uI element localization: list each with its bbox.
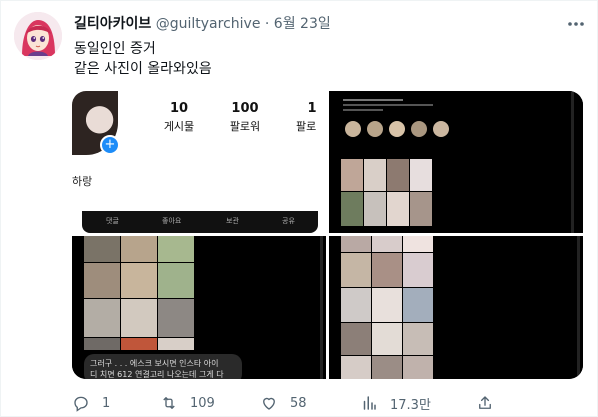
- avatar-illustration: [14, 12, 62, 60]
- retweet-count: 109: [190, 395, 215, 411]
- like-button[interactable]: 58: [260, 392, 307, 414]
- media-image-profile[interactable]: + 10 게시물 100 팔로워 1 팔로 하랑 댓글 좋아요 보관 공유: [72, 91, 328, 233]
- save-action: 보관: [226, 217, 239, 225]
- share-action: 공유: [282, 217, 295, 225]
- media-grid[interactable]: + 10 게시물 100 팔로워 1 팔로 하랑 댓글 좋아요 보관 공유 그러…: [72, 91, 583, 379]
- share-icon: [479, 396, 491, 409]
- retweet-button[interactable]: 109: [160, 392, 215, 414]
- media-image-dark-photos[interactable]: [329, 236, 583, 379]
- share-button[interactable]: [476, 392, 506, 414]
- tweet-text: 동일인인 증거 같은 사진이 올라와있음: [74, 39, 212, 79]
- tweet-actions: 1 109 58 17.3만: [72, 392, 582, 414]
- followers-label: 팔로워: [229, 120, 261, 133]
- comment-action: 댓글: [106, 217, 119, 225]
- views-chart-icon: [363, 396, 376, 410]
- avatar[interactable]: [14, 12, 62, 60]
- display-name[interactable]: 길티아카이브: [74, 16, 151, 32]
- followers-count: 100: [231, 101, 259, 116]
- media-image-dark-profile[interactable]: [329, 91, 583, 233]
- caption-line: 그러구 . . . 에스크 보시면 인스타 아이: [90, 359, 219, 368]
- following-label: 팔로: [296, 120, 317, 133]
- add-story-icon: +: [100, 135, 120, 155]
- heart-icon: [263, 397, 275, 410]
- posts-label: 게시물: [163, 120, 195, 133]
- caption-line: 디 치면 612 연결고리 나오는데 그게 다: [90, 370, 224, 379]
- tweet-text-line: 같은 사진이 올라와있음: [74, 61, 212, 77]
- following-count: 1: [307, 101, 317, 116]
- like-count: 58: [290, 395, 307, 411]
- views-count: 17.3만: [390, 397, 431, 413]
- reply-button[interactable]: 1: [72, 392, 110, 414]
- post-action-bar: 댓글 좋아요 보관 공유: [82, 211, 318, 233]
- media-image-dark-grid[interactable]: 그러구 . . . 에스크 보시면 인스타 아이 디 치면 612 연결고리 나…: [72, 236, 326, 379]
- dark-profile-illustration: [329, 91, 583, 233]
- user-handle[interactable]: @guiltyarchive: [156, 16, 261, 32]
- views-button[interactable]: 17.3만: [360, 392, 431, 414]
- dark-photos-illustration: [329, 236, 583, 379]
- caption-bubble: 그러구 . . . 에스크 보시면 인스타 아이 디 치면 612 연결고리 나…: [84, 354, 242, 379]
- profile-bio-fragment: 하랑: [72, 175, 93, 188]
- posts-count: 10: [169, 101, 189, 116]
- reply-icon: [74, 396, 88, 412]
- separator-dot: ·: [264, 16, 270, 32]
- more-options-icon[interactable]: [566, 16, 586, 32]
- retweet-icon: [163, 397, 175, 409]
- like-action: 좋아요: [162, 217, 182, 225]
- tweet-header: 길티아카이브 @guiltyarchive · 6월 23일: [74, 13, 558, 35]
- tweet-text-line: 동일인인 증거: [74, 41, 156, 57]
- tweet-date[interactable]: 6월 23일: [274, 16, 331, 32]
- reply-count: 1: [102, 395, 111, 411]
